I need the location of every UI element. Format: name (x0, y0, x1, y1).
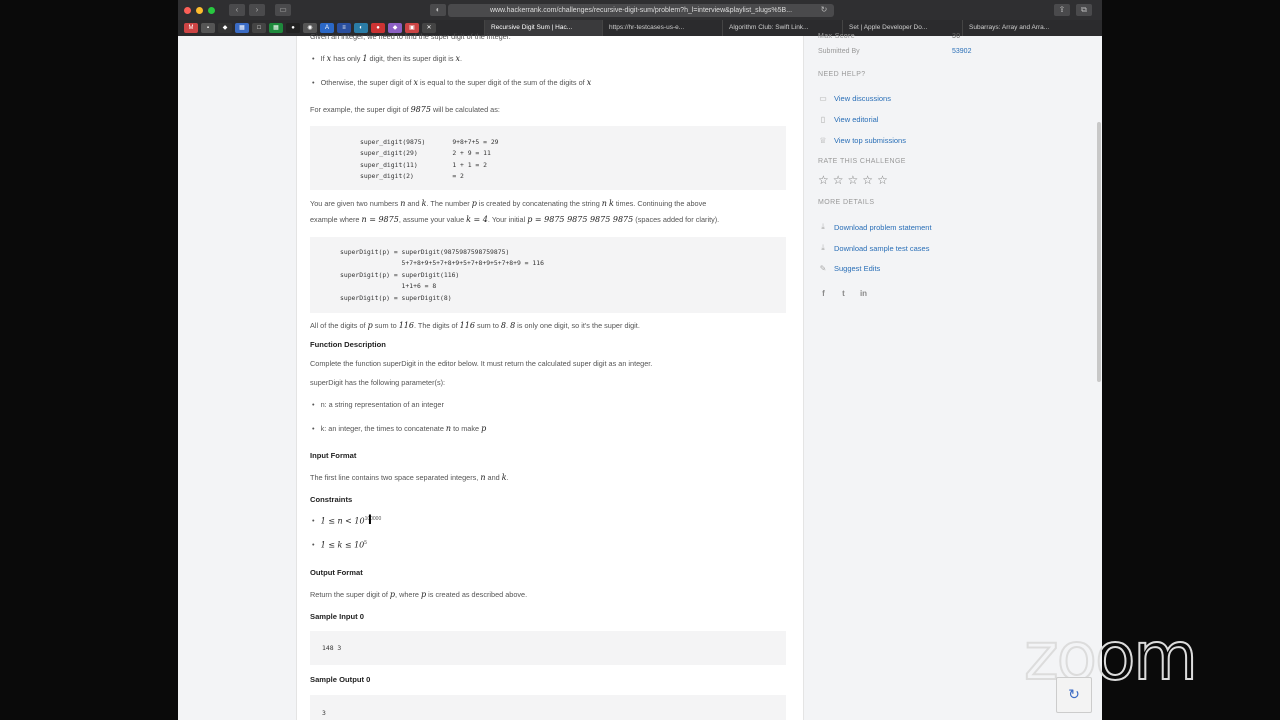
parameter-item-k: k: an integer, the times to concatenate … (312, 424, 487, 433)
calendar-icon[interactable]: ▦ (235, 23, 249, 33)
given-text-line1: You are given two numbers n and k. The n… (310, 199, 707, 208)
maximize-window-button[interactable] (208, 6, 215, 14)
given-text-line2: example where n = 9875, assume your valu… (310, 215, 720, 224)
back-button[interactable]: ‹ (229, 4, 245, 16)
window-controls (184, 6, 215, 14)
browser-toolbar: ‹ › ▭ ◐ www.hackerrank.com/challenges/re… (178, 0, 1102, 20)
favorite-icon[interactable]: □ (252, 23, 266, 33)
need-help-heading: NEED HELP? (818, 71, 866, 78)
output-format-heading: Output Format (310, 568, 363, 577)
download-problem-statement-link[interactable]: ⤓ Download problem statement (818, 222, 931, 232)
social-share: f t in (818, 288, 869, 299)
parameters-text: superDigit has the following parameter(s… (310, 378, 446, 387)
sample-output-block: 3 (310, 695, 786, 720)
input-format-heading: Input Format (310, 451, 357, 460)
rule-list-item: Otherwise, the super digit of x is equal… (312, 78, 592, 87)
discussion-icon: ▭ (819, 94, 827, 103)
share-icon[interactable]: ⇪ (1054, 4, 1070, 16)
parameter-item-n: n: a string representation of an integer (312, 400, 444, 409)
star-icon[interactable]: ☆ (833, 174, 844, 186)
download-icon: ⤓ (821, 222, 825, 231)
rating-stars: ☆ ☆ ☆ ☆ ☆ (818, 174, 888, 186)
sheets-icon[interactable]: ▦ (269, 23, 283, 33)
star-icon[interactable]: ☆ (848, 174, 859, 186)
function-description-text: Complete the function superDigit in the … (310, 359, 653, 368)
zoom-logo-watermark: zoom (1023, 618, 1199, 695)
page-body: Given an integer, we need to find the su… (178, 32, 1102, 720)
tab-subarrays[interactable]: Subarrays: Array and Arra... (962, 20, 1082, 36)
rule-list-item: If x has only 1 digit, then its super di… (312, 54, 463, 63)
close-window-button[interactable] (184, 6, 191, 14)
favorite-icon[interactable]: ◆ (218, 23, 232, 33)
sum-text: All of the digits of p sum to 116. The d… (310, 321, 640, 330)
forward-button[interactable]: › (249, 4, 265, 16)
max-score-label: Max Score (818, 33, 856, 40)
function-description-heading: Function Description (310, 340, 386, 349)
browser-window: ‹ › ▭ ◐ www.hackerrank.com/challenges/re… (178, 0, 1102, 720)
book-icon: ▯ (820, 115, 826, 124)
view-top-submissions-link[interactable]: ♕ View top submissions (818, 136, 906, 145)
reload-icon[interactable]: ↻ (816, 4, 832, 16)
star-icon[interactable]: ☆ (877, 174, 888, 186)
definition-text: Given an integer, we need to find the su… (310, 32, 511, 41)
view-editorial-link[interactable]: ▯ View editorial (818, 115, 879, 124)
page-scrollbar-thumb[interactable] (1097, 122, 1101, 382)
sample-output-heading: Sample Output 0 (310, 675, 371, 684)
code-block-superdigit: superDigit(p) = superDigit(9875987598759… (310, 237, 786, 313)
example-text: For example, the super digit of 9875 wil… (310, 105, 500, 114)
facebook-icon[interactable]: f (818, 288, 829, 299)
star-icon[interactable]: ☆ (862, 174, 873, 186)
view-discussions-link[interactable]: ▭ View discussions (818, 94, 891, 103)
problem-statement: Given an integer, we need to find the su… (296, 32, 804, 720)
input-format-text: The first line contains two space separa… (310, 473, 509, 482)
download-test-cases-link[interactable]: ⤓ Download sample test cases (818, 243, 929, 253)
code-block-super-digit: super_digit(9875) 9+8+7+5 = 29 super_dig… (310, 126, 786, 190)
tab-apple-developer[interactable]: Set | Apple Developer Do... (842, 20, 962, 36)
favorite-icon[interactable]: ▪ (201, 23, 215, 33)
pencil-icon: ✎ (819, 264, 827, 273)
output-format-text: Return the super digit of p, where p is … (310, 590, 528, 599)
sample-input-block: 148 3 (310, 631, 786, 665)
text-cursor-icon: I (368, 511, 372, 527)
max-score-value: 30 (952, 33, 961, 40)
download-icon: ⤓ (821, 243, 825, 252)
github-icon[interactable]: ● (286, 23, 300, 33)
more-details-heading: MORE DETAILS (818, 199, 875, 206)
star-icon[interactable]: ☆ (818, 174, 829, 186)
sample-input-heading: Sample Input 0 (310, 612, 365, 621)
new-tab-icon[interactable]: ⧉ (1076, 4, 1092, 16)
code-text: super_digit(9875) 9+8+7+5 = 29 super_dig… (360, 138, 499, 181)
address-bar[interactable]: www.hackerrank.com/challenges/recursive-… (448, 4, 834, 17)
minimize-window-button[interactable] (196, 6, 203, 14)
sample-output-text: 3 (322, 709, 326, 717)
constraint-item: 1 ≤ k ≤ 105 (312, 540, 367, 549)
shield-icon[interactable]: ◐ (430, 4, 446, 16)
submitted-by-label: Submitted By (818, 48, 860, 55)
linkedin-icon[interactable]: in (858, 288, 869, 299)
sidebar-toggle-icon[interactable]: ▭ (275, 4, 291, 16)
trophy-icon: ♕ (819, 136, 827, 145)
rate-challenge-heading: RATE THIS CHALLENGE (818, 158, 906, 165)
twitter-icon[interactable]: t (838, 288, 849, 299)
constraints-heading: Constraints (310, 495, 353, 504)
sample-input-text: 148 3 (322, 644, 342, 652)
code-text: superDigit(p) = superDigit(9875987598759… (340, 248, 544, 302)
gmail-icon[interactable]: M (184, 23, 198, 33)
browser-chrome: ‹ › ▭ ◐ www.hackerrank.com/challenges/re… (178, 0, 1102, 36)
submitted-by-link[interactable]: 53902 (952, 48, 971, 55)
recaptcha-badge-icon[interactable]: ↻ (1056, 677, 1092, 713)
suggest-edits-link[interactable]: ✎ Suggest Edits (818, 264, 881, 273)
